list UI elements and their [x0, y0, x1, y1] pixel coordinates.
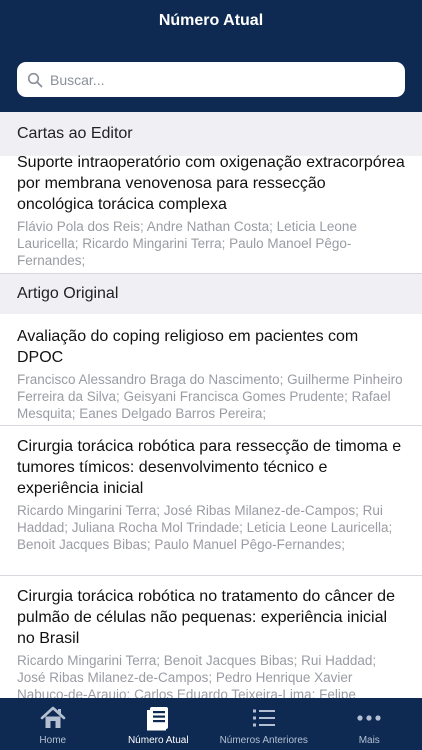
tab-label: Número Atual: [127, 735, 189, 746]
article-authors: Flávio Pola dos Reis; Andre Nathan Costa…: [17, 219, 357, 268]
article-item[interactable]: Cirurgia torácica robótica para ressecçã…: [0, 426, 422, 576]
article-list[interactable]: Cartas ao Editor Suporte intraoperatório…: [0, 112, 422, 698]
article-authors: Francisco Alessandro Braga do Nascimento…: [17, 372, 403, 421]
tab-label: Mais: [358, 735, 380, 746]
article-title: Cirurgia torácica robótica no tratamento…: [17, 588, 395, 647]
section-header-cartas: Cartas ao Editor: [0, 112, 422, 156]
tab-numero-atual[interactable]: Número Atual: [106, 698, 212, 750]
tab-label: Números Anteriores: [219, 735, 308, 746]
article-item[interactable]: Suporte intraoperatório com oxigenação e…: [0, 152, 422, 274]
list-icon: [252, 709, 275, 727]
article-authors: Ricardo Mingarini Terra; Benoit Jacques …: [17, 653, 377, 698]
page-title: Número Atual: [158, 12, 264, 29]
article-title: Cirurgia torácica robótica para ressecçã…: [17, 438, 402, 497]
app-header: Número Atual: [0, 0, 422, 112]
search-bar[interactable]: [17, 62, 405, 97]
tab-label: Home: [39, 735, 67, 746]
section-header-artigo-original: Artigo Original: [0, 274, 422, 314]
article-item[interactable]: Avaliação do coping religioso em pacient…: [0, 314, 422, 426]
article-title: Avaliação do coping religioso em pacient…: [17, 328, 359, 366]
search-icon: [27, 72, 43, 87]
home-icon: [40, 706, 66, 728]
article-item[interactable]: Cirurgia torácica robótica no tratamento…: [0, 576, 422, 698]
journal-icon: [147, 707, 169, 731]
tab-home[interactable]: Home: [0, 698, 106, 750]
article-authors: Ricardo Mingarini Terra; José Ribas Mila…: [17, 503, 393, 552]
tab-numeros-anteriores[interactable]: Números Anteriores: [211, 698, 317, 750]
tab-bar: Home Número Atual Números Anteriores Mai…: [0, 698, 422, 750]
search-input[interactable]: [50, 64, 390, 95]
tab-mais[interactable]: Mais: [317, 698, 422, 750]
more-icon: [357, 715, 381, 721]
article-title: Suporte intraoperatório com oxigenação e…: [17, 154, 405, 213]
